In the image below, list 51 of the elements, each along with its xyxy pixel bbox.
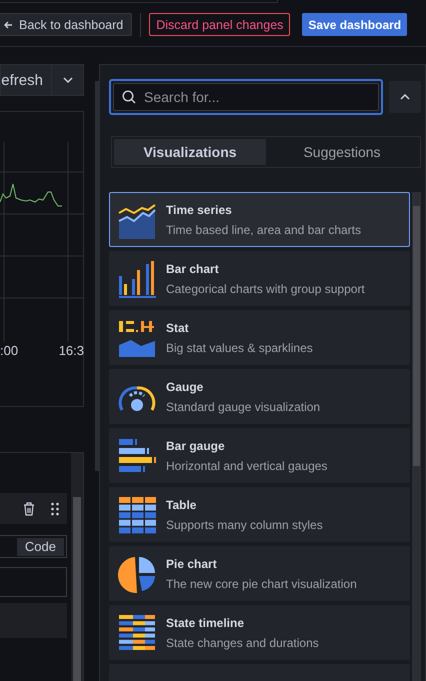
visualization-description: Categorical charts with group support: [166, 282, 365, 296]
scrollbar[interactable]: [412, 192, 421, 681]
refresh-button[interactable]: efresh: [0, 64, 51, 96]
visualization-card[interactable]: Bar gauge Horizontal and vertical gauges: [109, 428, 410, 483]
visualization-description: State changes and durations: [166, 636, 319, 650]
visualization-name: State timeline: [166, 616, 246, 630]
bar-gauge-icon: [118, 436, 156, 474]
query-field[interactable]: [0, 567, 67, 597]
search-field[interactable]: Search for...: [113, 83, 379, 111]
visualization-card[interactable]: State timeline State changes and durations: [109, 605, 410, 660]
visualization-name: Table: [166, 498, 198, 512]
tab[interactable]: Visualizations: [114, 139, 266, 165]
stat-icon: [118, 318, 156, 356]
visualization-name: Pie chart: [166, 556, 218, 570]
chevron-down-icon: [62, 77, 72, 83]
visualization-name: Bar gauge: [166, 438, 226, 452]
pie-chart-icon: [118, 554, 156, 592]
visualization-name: Stat: [166, 320, 190, 334]
visualization-description: Time based line, area and bar charts: [166, 222, 361, 236]
scrollbar[interactable]: [71, 453, 83, 681]
back-to-dashboard-button[interactable]: Back to dashboard: [0, 13, 132, 36]
visualization-card[interactable]: Stat Big stat values & sparklines: [109, 310, 410, 365]
state-timeline-icon: [118, 614, 156, 652]
visualization-description: Standard gauge visualization: [166, 400, 320, 414]
table-icon: [118, 496, 156, 534]
visualization-description: Big stat values & sparklines: [166, 340, 313, 354]
collapse-button[interactable]: [389, 81, 421, 113]
chevron-up-icon: [400, 94, 410, 100]
discard-panel-changes-button[interactable]: Discard panel changes: [149, 13, 290, 36]
visualization-card[interactable]: Gauge Standard gauge visualization: [109, 369, 410, 424]
tab[interactable]: Suggestions: [266, 139, 418, 165]
drag-handle-icon[interactable]: [51, 502, 59, 516]
axis-label: :00: [0, 343, 18, 358]
visualization-name: Bar chart: [166, 262, 220, 276]
visualization-name: Gauge: [166, 380, 204, 394]
visualization-card[interactable]: Time series Time based line, area and bar charts: [109, 192, 410, 247]
axis-label: 16:3: [58, 343, 84, 358]
refresh-options-button[interactable]: [51, 64, 84, 96]
visualization-description: The new core pie chart visualization: [166, 576, 357, 590]
trash-icon[interactable]: [23, 502, 35, 516]
visualization-card[interactable]: Bar chart Categorical charts with group support: [109, 251, 410, 306]
visualization-name: Time series: [166, 202, 233, 216]
bar-chart-icon: [118, 260, 156, 298]
search-icon: [122, 90, 136, 104]
visualization-description: Supports many column styles: [166, 518, 323, 532]
arrow-left-icon: [3, 20, 13, 30]
visualization-description: Horizontal and vertical gauges: [166, 458, 328, 472]
save-dashboard-button[interactable]: Save dashboard: [302, 13, 408, 36]
code-mode-button[interactable]: Code: [16, 538, 64, 556]
visualization-card[interactable]: Pie chart The new core pie chart visualization: [109, 546, 410, 601]
visualization-card[interactable]: Table Supports many column styles: [109, 487, 410, 542]
